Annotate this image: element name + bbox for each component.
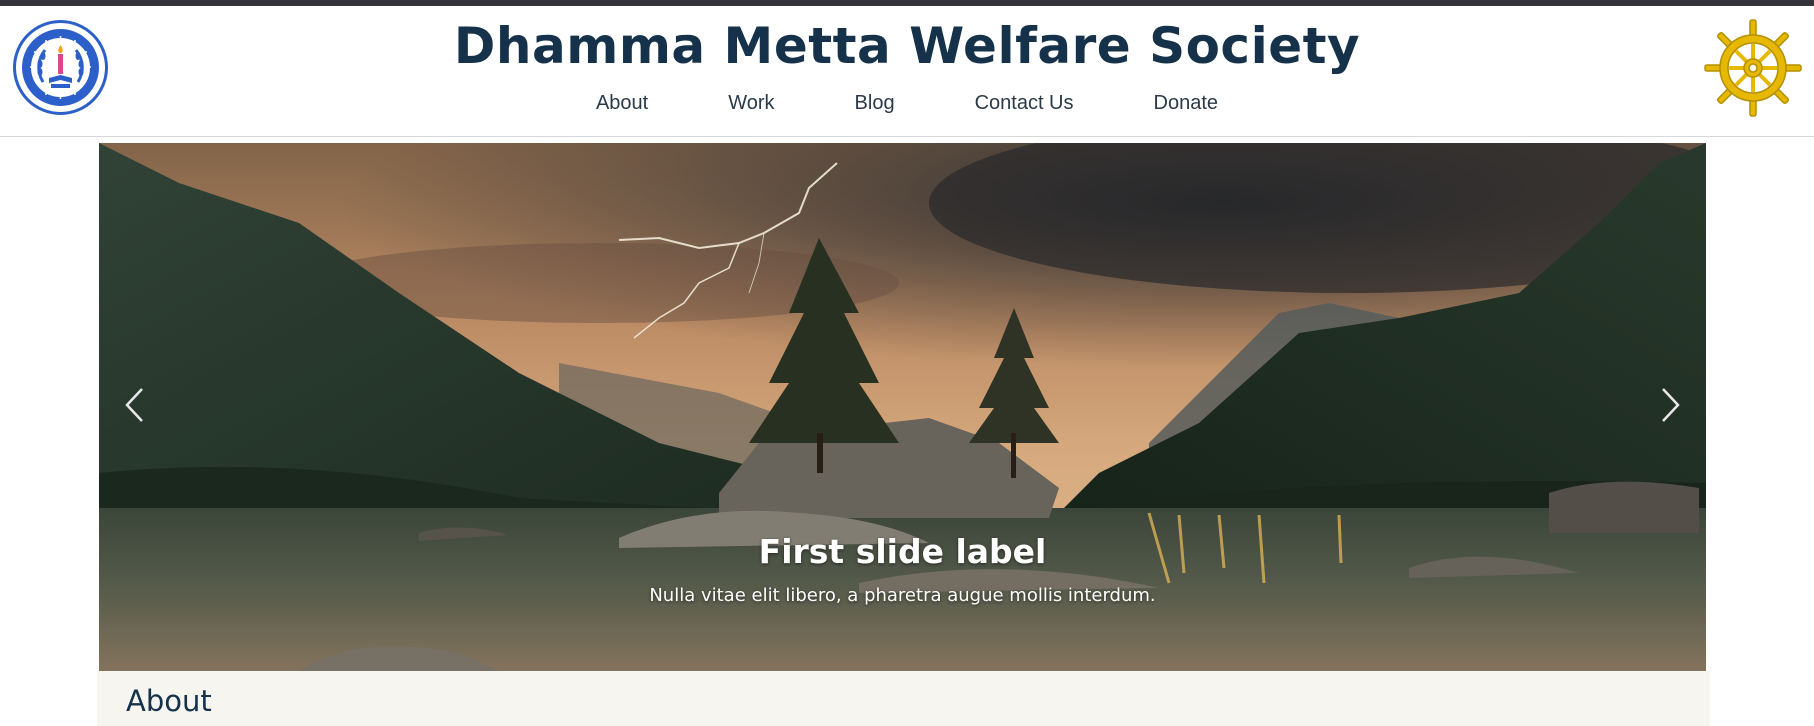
slide-text: Nulla vitae elit libero, a pharetra augu… xyxy=(649,585,1156,606)
nav-link-contact-us[interactable]: Contact Us xyxy=(935,86,1114,118)
nav-link-work[interactable]: Work xyxy=(688,86,814,118)
dharma-wheel-icon[interactable] xyxy=(1703,18,1803,118)
nav-link-donate[interactable]: Donate xyxy=(1114,86,1259,118)
chevron-left-icon xyxy=(122,385,146,430)
about-section: About xyxy=(97,671,1710,726)
carousel-prev-button[interactable] xyxy=(99,372,169,442)
hero-carousel: First slide label Nulla vitae elit liber… xyxy=(99,143,1706,671)
nav-link-blog[interactable]: Blog xyxy=(815,86,935,118)
about-heading: About xyxy=(126,684,212,718)
site-title: Dhamma Metta Welfare Society xyxy=(453,17,1361,75)
slide-label: First slide label xyxy=(758,532,1047,571)
main-nav: About Work Blog Contact Us Donate xyxy=(0,86,1814,118)
slide-caption: First slide label Nulla vitae elit liber… xyxy=(99,530,1706,609)
carousel-next-button[interactable] xyxy=(1636,372,1706,442)
chevron-right-icon xyxy=(1659,385,1683,430)
nav-link-about[interactable]: About xyxy=(556,86,688,118)
site-header: Dhamma Metta Welfare Society About Work … xyxy=(0,6,1814,137)
